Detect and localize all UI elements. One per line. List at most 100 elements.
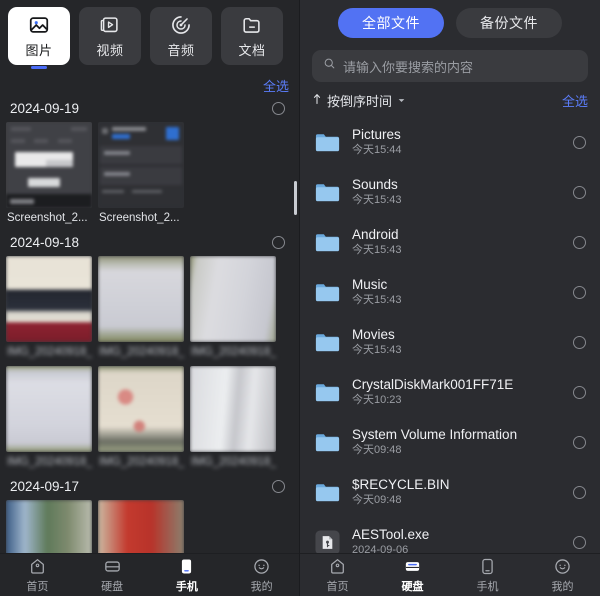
left-select-all-link[interactable]: 全选: [263, 76, 289, 95]
group-select-circle[interactable]: [272, 102, 285, 115]
left-select-all-row: 全选: [0, 75, 299, 95]
sort-control[interactable]: 按倒序时间: [312, 91, 406, 110]
home-icon: [328, 557, 347, 576]
gallery-item[interactable]: IMG_20240918_5: [98, 366, 184, 473]
file-meta: Pictures 今天15:44: [352, 126, 562, 158]
file-name: Pictures: [352, 127, 401, 142]
gallery-item-name: IMG_20240918_1: [7, 346, 92, 358]
nav-home[interactable]: 首页: [0, 557, 75, 594]
file-meta: Movies 今天15:43: [352, 326, 562, 358]
executable-file-icon: [314, 529, 341, 553]
tab-audio[interactable]: 音频: [150, 7, 212, 65]
file-list[interactable]: Pictures 今天15:44 Sounds 今天15:43 Android …: [300, 117, 600, 553]
file-time: 今天09:48: [352, 444, 402, 456]
table-row[interactable]: Movies 今天15:43: [300, 317, 600, 367]
search-box[interactable]: 请输入你要搜索的内容: [312, 50, 588, 82]
gallery-item-name: Screenshot_2...: [7, 212, 88, 224]
phone-files-panel: 图片 视频 音频 文档 全选 2024-09-19 Screenshot_2..…: [0, 0, 300, 596]
file-select-circle[interactable]: [573, 185, 586, 199]
table-row[interactable]: CrystalDiskMark001FF71E 今天10:23: [300, 367, 600, 417]
tab-documents-label: 文档: [238, 42, 266, 58]
folder-icon: [314, 429, 341, 456]
gallery-scrollbar[interactable]: [294, 181, 297, 215]
app-root: 图片 视频 音频 文档 全选 2024-09-19 Screenshot_2..…: [0, 0, 600, 596]
gallery-date-label: 2024-09-18: [10, 235, 80, 250]
thumbnail-image: [98, 366, 184, 452]
nav-phone[interactable]: 手机: [450, 557, 525, 594]
gallery-date-header: 2024-09-19: [0, 95, 299, 122]
file-name: Movies: [352, 327, 395, 342]
table-row[interactable]: Android 今天15:43: [300, 217, 600, 267]
tab-backup-files[interactable]: 备份文件: [456, 8, 562, 38]
photo-gallery-scroll[interactable]: 2024-09-19 Screenshot_2... Screenshot_2.…: [0, 95, 299, 553]
nav-harddisk[interactable]: 硬盘: [375, 557, 450, 594]
table-row[interactable]: Sounds 今天15:43: [300, 167, 600, 217]
tab-documents[interactable]: 文档: [221, 7, 283, 65]
nav-phone-label: 手机: [476, 580, 499, 593]
nav-harddisk[interactable]: 硬盘: [75, 557, 150, 594]
nav-harddisk-label: 硬盘: [101, 580, 124, 593]
file-select-circle[interactable]: [573, 335, 586, 349]
file-select-circle[interactable]: [573, 235, 586, 249]
gallery-item-name: IMG_20240918_5: [99, 456, 184, 468]
file-time: 今天15:43: [352, 344, 402, 356]
gallery-item[interactable]: [98, 500, 184, 553]
folder-icon: [314, 329, 341, 356]
file-meta: Sounds 今天15:43: [352, 176, 562, 208]
tab-images-label: 图片: [25, 42, 53, 58]
table-row[interactable]: Pictures 今天15:44: [300, 117, 600, 167]
gallery-item[interactable]: IMG_20240918_4: [6, 366, 92, 473]
gallery-item[interactable]: IMG_20240918_1: [6, 256, 92, 363]
tab-all-files[interactable]: 全部文件: [338, 8, 444, 38]
table-row[interactable]: $RECYCLE.BIN 今天09:48: [300, 467, 600, 517]
nav-home[interactable]: 首页: [300, 557, 375, 594]
tab-videos[interactable]: 视频: [79, 7, 141, 65]
file-select-circle[interactable]: [573, 135, 586, 149]
file-name: System Volume Information: [352, 427, 518, 442]
gallery-item[interactable]: Screenshot_2...: [6, 122, 92, 229]
gallery-item-name: IMG_20240918_6: [191, 456, 276, 468]
gallery-item[interactable]: IMG_20240918_6: [190, 366, 276, 473]
harddisk-icon: [103, 557, 122, 576]
gallery-item[interactable]: [6, 500, 92, 553]
gallery-item[interactable]: IMG_20240918_2: [98, 256, 184, 363]
harddisk-icon: [403, 557, 422, 576]
gallery-date-header: 2024-09-18: [0, 229, 299, 256]
thumbnail-image: [98, 500, 184, 553]
tab-videos-label: 视频: [96, 42, 124, 58]
table-row[interactable]: AESTool.exe 2024-09-06: [300, 517, 600, 553]
file-select-circle[interactable]: [573, 385, 586, 399]
gallery-date-label: 2024-09-19: [10, 101, 80, 116]
gallery-item[interactable]: IMG_20240918_3: [190, 256, 276, 363]
gallery-thumb-row: [0, 500, 299, 553]
file-select-circle[interactable]: [573, 535, 586, 549]
gallery-thumb-row: IMG_20240918_4 IMG_20240918_5 IMG_202409…: [0, 363, 299, 473]
gallery-item[interactable]: Screenshot_2...: [98, 122, 184, 229]
file-meta: AESTool.exe 2024-09-06: [352, 526, 562, 553]
nav-profile-label: 我的: [551, 580, 574, 593]
group-select-circle[interactable]: [272, 236, 285, 249]
nav-profile[interactable]: 我的: [525, 557, 600, 594]
chevron-down-icon: [397, 92, 406, 110]
file-time: 今天15:43: [352, 244, 402, 256]
file-select-circle[interactable]: [573, 485, 586, 499]
right-select-all-link[interactable]: 全选: [562, 91, 588, 110]
table-row[interactable]: System Volume Information 今天09:48: [300, 417, 600, 467]
file-select-circle[interactable]: [573, 435, 586, 449]
thumbnail-image: [190, 256, 276, 342]
nav-home-label: 首页: [326, 580, 349, 593]
file-select-circle[interactable]: [573, 285, 586, 299]
nav-profile[interactable]: 我的: [224, 557, 299, 594]
file-time: 2024-09-06: [352, 544, 409, 553]
tab-images[interactable]: 图片: [8, 7, 70, 65]
profile-icon: [252, 557, 271, 576]
thumbnail-image: [98, 122, 184, 208]
file-time: 今天15:43: [352, 294, 402, 306]
thumbnail-image: [6, 366, 92, 452]
table-row[interactable]: Music 今天15:43: [300, 267, 600, 317]
group-select-circle[interactable]: [272, 480, 285, 493]
search-input[interactable]: 请输入你要搜索的内容: [343, 57, 473, 76]
nav-phone[interactable]: 手机: [150, 557, 225, 594]
image-icon: [28, 14, 50, 36]
file-meta: Music 今天15:43: [352, 276, 562, 308]
